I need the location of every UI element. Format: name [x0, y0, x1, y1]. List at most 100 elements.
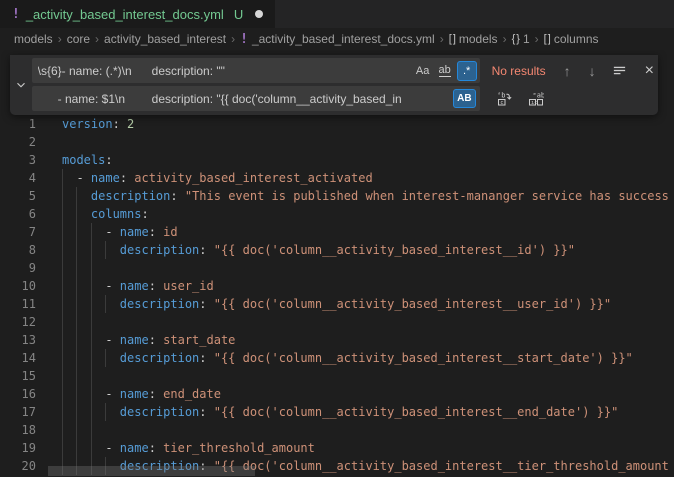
preserve-case-toggle[interactable]: AB [453, 89, 475, 108]
code-line[interactable]: 14 description: "{{ doc('column__activit… [0, 349, 674, 367]
code-line[interactable]: 19 - name: tier_threshold_amount [0, 439, 674, 457]
indent-guide [76, 313, 77, 331]
code-line[interactable]: 15 [0, 367, 674, 385]
breadcrumb-item-columns[interactable]: [ ] columns [544, 32, 599, 46]
indent-guide [76, 223, 77, 241]
code-line-text[interactable] [62, 421, 674, 439]
code-line[interactable]: 16 - name: end_date [0, 385, 674, 403]
indent-guide [105, 349, 106, 367]
selection-icon [612, 63, 627, 78]
line-number: 15 [0, 367, 36, 385]
code-line[interactable]: 8 description: "{{ doc('column__activity… [0, 241, 674, 259]
find-in-selection-button[interactable] [612, 63, 627, 78]
code-line[interactable]: 12 [0, 313, 674, 331]
code-line[interactable]: 11 description: "{{ doc('column__activit… [0, 295, 674, 313]
line-number: 8 [0, 241, 36, 259]
replace-input[interactable] [32, 86, 480, 111]
line-number: 1 [0, 115, 36, 133]
breadcrumb-label: _activity_based_interest_docs.yml [252, 32, 435, 46]
breadcrumb-item-_activity_based_interest_docs.yml[interactable]: !_activity_based_interest_docs.yml [240, 32, 435, 47]
code-line[interactable]: 7 - name: id [0, 223, 674, 241]
indent-guide [62, 187, 63, 205]
breadcrumb-item-core[interactable]: core [67, 32, 90, 46]
code-line-text[interactable]: description: "{{ doc('column__activity_b… [62, 241, 674, 259]
svg-text:c: c [500, 100, 503, 106]
indent-guide [91, 277, 92, 295]
indent-guide [62, 313, 63, 331]
code-line[interactable]: 1 version: 2 [0, 115, 674, 133]
indent-guide [76, 241, 77, 259]
code-line[interactable]: 3models: [0, 151, 674, 169]
code-line[interactable]: 10 - name: user_id [0, 277, 674, 295]
code-line-text[interactable]: - name: start_date [62, 331, 674, 349]
code-line[interactable]: 2 [0, 133, 674, 151]
code-line-text[interactable]: columns: [62, 205, 674, 223]
replace-button[interactable]: ᶠb c [496, 91, 512, 107]
breadcrumb-separator-icon: › [535, 32, 539, 46]
indent-guide [76, 385, 77, 403]
tab-active-file[interactable]: ! _activity_based_interest_docs.yml U [0, 0, 275, 28]
indent-guide [91, 367, 92, 385]
indent-guide [91, 295, 92, 313]
code-line-text[interactable]: description: "{{ doc('column__activity_b… [62, 403, 674, 421]
breadcrumb-label: columns [554, 32, 599, 46]
close-find-button[interactable]: × [645, 63, 654, 79]
line-number: 2 [0, 133, 36, 151]
svg-text:ᶠb: ᶠb [497, 91, 505, 99]
code-line-text[interactable] [62, 133, 674, 151]
editor-pane[interactable]: Aa ab .* No results ↑ ↓ × [0, 50, 674, 477]
code-line[interactable]: 6 columns: [0, 205, 674, 223]
breadcrumb-item-models[interactable]: [ ]models [449, 32, 498, 46]
line-number: 19 [0, 439, 36, 457]
toggle-replace-button[interactable] [10, 58, 32, 111]
code-line-text[interactable]: - name: end_date [62, 385, 674, 403]
code-line-text[interactable]: - name: id [62, 223, 674, 241]
code-line-text[interactable]: - name: user_id [62, 277, 674, 295]
indent-guide [62, 241, 63, 259]
code-line[interactable]: 5 description: "This event is published … [0, 187, 674, 205]
breadcrumb-item-activity_based_interest[interactable]: activity_based_interest [104, 32, 226, 46]
replace-icon: ᶠb c [496, 91, 512, 107]
svg-text:ıc: ıc [531, 100, 538, 106]
code-line[interactable]: 18 [0, 421, 674, 439]
indent-guide [76, 295, 77, 313]
next-match-button[interactable]: ↓ [589, 64, 596, 78]
whole-word-toggle[interactable]: ab [435, 61, 455, 81]
indent-guide [62, 349, 63, 367]
line-number: 4 [0, 169, 36, 187]
code-line[interactable]: 17 description: "{{ doc('column__activit… [0, 403, 674, 421]
indent-guide [91, 421, 92, 439]
replace-all-button[interactable]: ᵉab ıc [528, 91, 544, 107]
code-line-text[interactable] [62, 367, 674, 385]
code-line[interactable]: 4 - name: activity_based_interest_activa… [0, 169, 674, 187]
code-line-text[interactable]: description: "{{ doc('column__activity_b… [62, 295, 674, 313]
code-line-text[interactable] [62, 259, 674, 277]
indent-guide [76, 187, 77, 205]
regex-toggle[interactable]: .* [457, 61, 477, 81]
code-line-text[interactable]: description: "This event is published wh… [62, 187, 674, 205]
match-case-toggle[interactable]: Aa [413, 61, 433, 81]
previous-match-button[interactable]: ↑ [564, 64, 571, 78]
symbol-array-icon: [ ] [544, 33, 550, 45]
code-line-text[interactable]: description: "{{ doc('column__activity_b… [62, 349, 674, 367]
code-line-text[interactable]: models: [62, 151, 674, 169]
code-line-text[interactable] [62, 313, 674, 331]
unsaved-dot-icon[interactable] [255, 10, 263, 18]
indent-guide [62, 169, 63, 187]
indent-guide [62, 421, 63, 439]
breadcrumb: models›core›activity_based_interest›!_ac… [0, 28, 674, 50]
horizontal-scrollbar [0, 466, 674, 477]
breadcrumb-label: models [14, 32, 53, 46]
horizontal-scrollbar-thumb[interactable] [48, 466, 255, 476]
breadcrumb-item-1[interactable]: { }1 [512, 32, 530, 46]
indent-guide [105, 295, 106, 313]
code-line-text[interactable]: - name: tier_threshold_amount [62, 439, 674, 457]
code-line-text[interactable]: - name: activity_based_interest_activate… [62, 169, 674, 187]
indent-guide [91, 223, 92, 241]
indent-guide [62, 367, 63, 385]
code-line-text[interactable]: version: 2 [62, 115, 674, 133]
indent-guide [91, 349, 92, 367]
code-line[interactable]: 13 - name: start_date [0, 331, 674, 349]
breadcrumb-item-models[interactable]: models [14, 32, 53, 46]
code-line[interactable]: 9 [0, 259, 674, 277]
